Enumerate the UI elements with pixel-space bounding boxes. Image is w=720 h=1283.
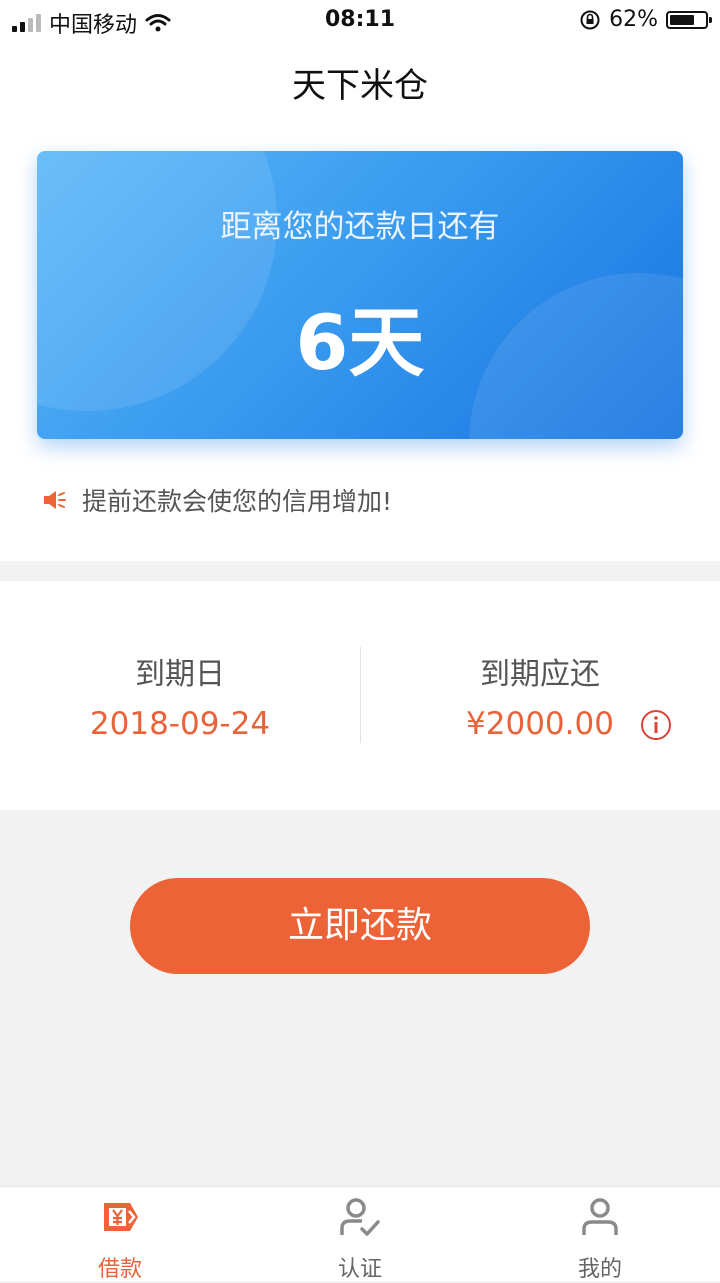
due-amount-label: 到期应还 bbox=[480, 657, 600, 692]
due-date-value: 2018-09-24 bbox=[89, 706, 271, 742]
tip-row: 提前还款会使您的信用增加! bbox=[42, 482, 392, 518]
tab-bar: 借款 认证 我的 bbox=[0, 1186, 720, 1282]
battery-percent: 62% bbox=[609, 7, 658, 32]
page-title: 天下米仓 bbox=[292, 66, 428, 106]
tab-verify-label: 认证 bbox=[337, 1257, 382, 1282]
info-icon[interactable] bbox=[640, 709, 672, 741]
status-right: 62% bbox=[579, 7, 712, 32]
tip-text: 提前还款会使您的信用增加! bbox=[82, 487, 393, 516]
tab-loan-label: 借款 bbox=[97, 1257, 142, 1282]
countdown-label: 距离您的还款日还有 bbox=[220, 209, 500, 245]
loan-icon bbox=[104, 1203, 138, 1231]
tab-verify[interactable]: 认证 bbox=[240, 1187, 480, 1282]
tab-mine[interactable]: 我的 bbox=[480, 1187, 720, 1282]
battery-icon bbox=[666, 10, 712, 29]
due-date-column: 到期日 2018-09-24 bbox=[0, 581, 360, 810]
tab-mine-label: 我的 bbox=[577, 1257, 622, 1282]
countdown-days: 6天 bbox=[295, 298, 425, 387]
countdown-section: 距离您的还款日还有 6天 提前还款会使您的信用增加! bbox=[0, 120, 720, 561]
due-info-section: 到期日 2018-09-24 到期应还 ¥2000.00 bbox=[0, 581, 720, 810]
rotation-lock-icon bbox=[580, 10, 600, 29]
due-date-label: 到期日 bbox=[135, 657, 225, 692]
tab-loan[interactable]: 借款 bbox=[0, 1187, 240, 1282]
status-bar: 中国移动 08:11 62% bbox=[0, 0, 720, 40]
nav-bar: 天下米仓 bbox=[0, 40, 720, 120]
countdown-card: 距离您的还款日还有 6天 bbox=[37, 151, 683, 439]
due-amount-column: 到期应还 ¥2000.00 bbox=[360, 581, 720, 810]
repay-now-button[interactable]: 立即还款 bbox=[130, 878, 590, 974]
profile-icon bbox=[582, 1198, 618, 1235]
speaker-icon bbox=[44, 491, 66, 509]
verify-user-icon bbox=[340, 1198, 380, 1236]
